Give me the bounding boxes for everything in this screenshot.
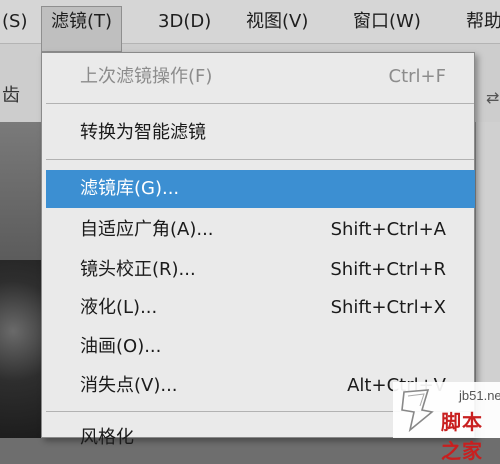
menu-help[interactable]: 帮助 [466, 0, 500, 43]
menu-filter[interactable]: 滤镜(T) [41, 6, 123, 52]
menu-item-label: 转换为智能滤镜 [80, 122, 206, 143]
menu-separator [46, 103, 474, 104]
menu-item-shortcut: Shift+Ctrl+R [330, 259, 446, 280]
menu-item-lens-correction[interactable]: 镜头校正(R)... Shift+Ctrl+R [42, 251, 474, 289]
menu-item-label: 液化(L)... [80, 297, 158, 318]
menu-item-convert-smart-filter[interactable]: 转换为智能滤镜 [42, 114, 474, 152]
canvas-image-edge [0, 260, 44, 438]
menu-item-last-filter: 上次滤镜操作(F) Ctrl+F [42, 58, 474, 96]
watermark-logo-icon [401, 389, 434, 432]
menu-item-label: 风格化 [80, 427, 134, 448]
menu-item-liquify[interactable]: 液化(L)... Shift+Ctrl+X [42, 289, 474, 327]
menu-item-shortcut: Shift+Ctrl+X [330, 297, 446, 318]
menu-item-filter-gallery[interactable]: 滤镜库(G)... [46, 170, 475, 208]
watermark-name: 脚本之家 [441, 410, 483, 463]
menu-item-label: 油画(O)... [80, 336, 162, 357]
menu-item-label: 镜头校正(R)... [80, 259, 196, 280]
options-bar-fragment: 齿 [2, 85, 20, 106]
menu-item-label: 上次滤镜操作(F) [80, 66, 213, 87]
menu-item-adaptive-wide-angle[interactable]: 自适应广角(A)... Shift+Ctrl+A [42, 211, 474, 249]
menu-3d[interactable]: 3D(D) [158, 0, 211, 43]
menu-item-label: 消失点(V)... [80, 375, 178, 396]
swap-arrow-icon[interactable]: ⇄ [486, 88, 499, 107]
menu-item-label: 滤镜库(G)... [80, 178, 180, 199]
menu-separator [46, 159, 474, 160]
menu-window[interactable]: 窗口(W) [353, 0, 421, 43]
menu-item-shortcut: Shift+Ctrl+A [330, 219, 446, 240]
menu-item-oil-paint[interactable]: 油画(O)... [42, 328, 474, 366]
menu-item-shortcut: Ctrl+F [388, 66, 446, 87]
filter-dropdown-menu: 上次滤镜操作(F) Ctrl+F 转换为智能滤镜 滤镜库(G)... 自适应广角… [41, 52, 475, 448]
menu-view[interactable]: 视图(V) [246, 0, 308, 43]
menu-item-label: 自适应广角(A)... [80, 219, 214, 240]
menu-select[interactable]: (S) [2, 0, 27, 43]
menubar: (S) 滤镜(T) 3D(D) 视图(V) 窗口(W) 帮助 [0, 0, 500, 52]
watermark-site: jb51.net [459, 388, 500, 403]
